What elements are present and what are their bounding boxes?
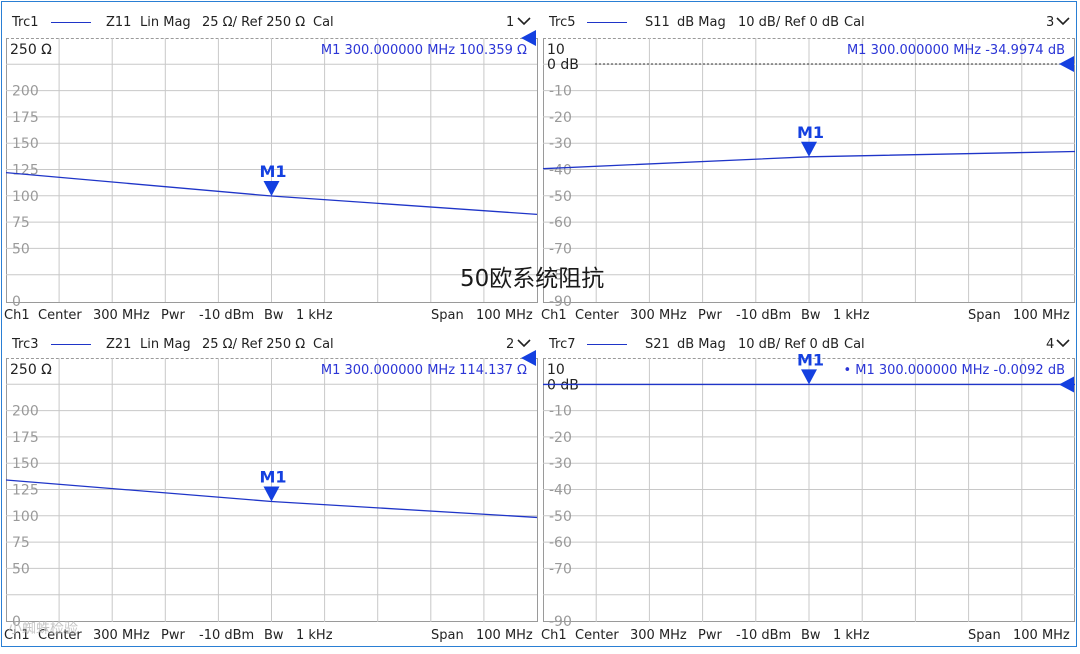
diagram-number[interactable]: 4 (1046, 337, 1054, 352)
chevron-down-icon[interactable] (517, 337, 531, 352)
trace-name[interactable]: Trc1 (12, 15, 39, 30)
diagram-number[interactable]: 1 (506, 15, 514, 30)
trace-name[interactable]: Trc5 (549, 15, 576, 30)
trace-header[interactable]: Trc3 Z21 Lin Mag 25 Ω/ Ref 250 Ω Cal 2 (2, 333, 539, 355)
overlay-caption: 50欧系统阻抗 (460, 266, 605, 292)
trace-cal-status: Cal (313, 15, 334, 30)
trace-scale[interactable]: 10 dB/ Ref 0 dB (738, 15, 839, 30)
trace-legend-line (587, 344, 627, 345)
trace-legend-line (51, 22, 91, 23)
trace-header[interactable]: Trc5 S11 dB Mag 10 dB/ Ref 0 dB Cal 3 (541, 11, 1078, 33)
trace-header[interactable]: Trc7 S21 dB Mag 10 dB/ Ref 0 dB Cal 4 (541, 333, 1078, 355)
trace-scale[interactable]: 10 dB/ Ref 0 dB (738, 337, 839, 352)
chevron-down-icon[interactable] (1056, 15, 1070, 30)
trace-panel-s11[interactable]: Trc5 S11 dB Mag 10 dB/ Ref 0 dB Cal 3 (541, 11, 1078, 332)
trace-name[interactable]: Trc3 (12, 337, 39, 352)
trace-legend-line (587, 22, 627, 23)
trace-legend-line (51, 344, 91, 345)
trace-parameter[interactable]: S11 (645, 15, 670, 30)
trace-parameter[interactable]: Z21 (106, 337, 131, 352)
trace-format[interactable]: dB Mag (677, 15, 726, 30)
trace-name[interactable]: Trc7 (549, 337, 576, 352)
trace-panel-z21[interactable]: Trc3 Z21 Lin Mag 25 Ω/ Ref 250 Ω Cal 2 (2, 333, 539, 654)
trace-format[interactable]: Lin Mag (140, 15, 191, 30)
trace-cal-status: Cal (844, 15, 865, 30)
trace-parameter[interactable]: Z11 (106, 15, 131, 30)
trace-parameter[interactable]: S21 (645, 337, 670, 352)
watermark-text: 小蜘蛛检验 (8, 621, 78, 637)
trace-header[interactable]: Trc1 Z11 Lin Mag 25 Ω/ Ref 250 Ω Cal 1 (2, 11, 539, 33)
trace-panel-z11[interactable]: Trc1 Z11 Lin Mag 25 Ω/ Ref 250 Ω Cal 1 (2, 11, 539, 332)
trace-cal-status: Cal (313, 337, 334, 352)
diagram-area[interactable] (6, 38, 538, 303)
trace-cal-status: Cal (844, 337, 865, 352)
trace-scale[interactable]: 25 Ω/ Ref 250 Ω (202, 15, 305, 30)
trace-panel-s21[interactable]: Trc7 S21 dB Mag 10 dB/ Ref 0 dB Cal 4 (541, 333, 1078, 654)
trace-scale[interactable]: 25 Ω/ Ref 250 Ω (202, 337, 305, 352)
diagram-area[interactable] (543, 38, 1075, 303)
diagram-area[interactable] (543, 358, 1075, 622)
trace-format[interactable]: dB Mag (677, 337, 726, 352)
chevron-down-icon[interactable] (517, 15, 531, 30)
diagram-number[interactable]: 2 (506, 337, 514, 352)
chevron-down-icon[interactable] (1056, 337, 1070, 352)
trace-format[interactable]: Lin Mag (140, 337, 191, 352)
diagram-number[interactable]: 3 (1046, 15, 1054, 30)
diagram-area[interactable] (6, 358, 538, 622)
